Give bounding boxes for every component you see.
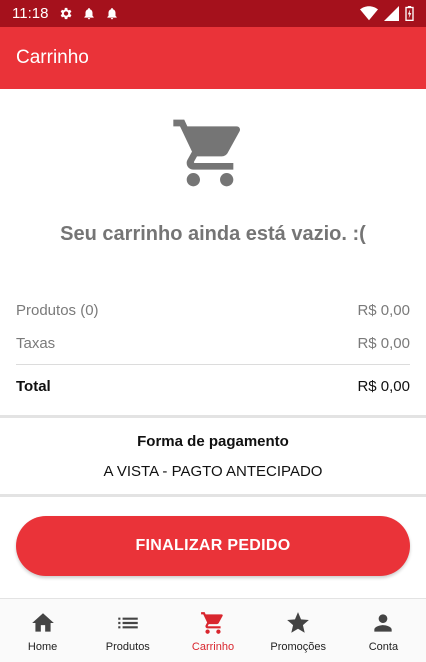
home-icon [31,613,54,632]
app-bar: Carrinho [0,27,426,89]
bell-icon [84,7,95,20]
nav-item-carrinho[interactable]: Carrinho [170,599,255,662]
total-label: Total [16,378,51,395]
nav-item-promocoes[interactable]: Promoções [256,599,341,662]
payment-method-value[interactable]: A VISTA - PAGTO ANTECIPADO [0,463,426,480]
taxes-label: Taxas [16,335,56,352]
empty-cart-state: Seu carrinho ainda está vazio. :( [0,89,426,289]
empty-cart-icon [173,119,241,187]
wifi-icon [360,6,378,21]
products-label: Produtos (0) [16,302,99,319]
order-summary: Produtos (0) R$ 0,00 Taxas R$ 0,00 Total… [16,294,410,408]
nav-item-produtos[interactable]: Produtos [85,599,170,662]
status-notification-icons [58,6,119,21]
section-divider [0,494,426,497]
taxes-row: Taxas R$ 0,00 [16,327,410,360]
payment-method-title: Forma de pagamento [137,433,289,450]
page-title: Carrinho [16,47,89,68]
signal-icon [384,6,399,21]
nav-label: Conta [368,641,399,653]
products-value: R$ 0,00 [357,302,410,319]
person-icon [374,614,393,632]
status-time: 11:18 [12,5,49,22]
star-icon [287,612,310,633]
battery-icon [405,6,414,21]
nav-label: Home [27,641,58,653]
cart-icon [201,612,223,634]
nav-label: Carrinho [191,641,235,653]
nav-label: Promoções [270,641,327,653]
nav-item-home[interactable]: Home [0,599,85,662]
products-row: Produtos (0) R$ 0,00 [16,294,410,327]
nav-label: Produtos [105,641,150,653]
payment-method-section: Forma de pagamento A VISTA - PAGTO ANTEC… [0,418,426,495]
bell-icon [107,7,118,20]
empty-cart-message: Seu carrinho ainda está vazio. :( [60,223,366,245]
status-bar: 11:18 [0,0,426,27]
total-row: Total R$ 0,00 [16,365,410,408]
list-icon [118,617,138,629]
gear-icon [61,7,72,20]
status-system-icons [360,6,414,21]
total-value: R$ 0,00 [357,378,410,395]
finalize-order-button[interactable]: FINALIZAR PEDIDO [16,516,410,576]
taxes-value: R$ 0,00 [357,335,410,352]
nav-item-conta[interactable]: Conta [341,599,426,662]
bottom-navigation: Home Produtos Carrinho Promoções Conta [0,598,426,662]
